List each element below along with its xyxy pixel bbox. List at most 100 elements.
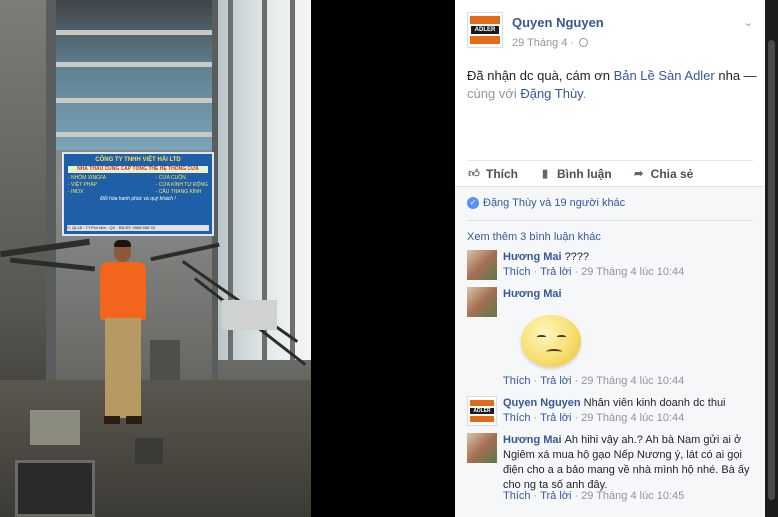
sticker-mouth	[546, 349, 562, 355]
comment-like-link[interactable]: Thích	[503, 375, 531, 387]
comment-like-link[interactable]: Thích	[503, 266, 531, 278]
comment-item: ADLER Quyen Nguyen Nhân viên kinh doanh d…	[467, 396, 753, 432]
like-label: Thích	[486, 166, 518, 181]
commenter-name[interactable]: Hương Mai	[503, 251, 562, 263]
sign-columns: - NHÔM XINGFA - VIỆT PHÁP - INOX - CỬA C…	[68, 175, 208, 196]
comment-text: ????	[564, 251, 590, 263]
tagged-page-link[interactable]: Bản Lề Sàn Adler	[614, 68, 715, 83]
shop-sign: CÔNG TY TNHH VIỆT HẢI LTD NHÀ THẦU CUNG …	[62, 152, 214, 236]
comment-actions: Thích · Trả lời · 29 Tháng 4 lúc 10:45	[503, 490, 684, 502]
comment-time[interactable]: 29 Tháng 4 lúc 10:44	[581, 266, 684, 278]
metal-frame	[15, 460, 95, 517]
post-text-part: Đã nhận dc quà, cám ơn	[467, 68, 614, 83]
post-actions: 👍︎ Thích ▮ Bình luận ➦ Chia sẻ	[467, 160, 753, 186]
logo-stripe	[470, 16, 500, 24]
author-avatar[interactable]: ADLER	[467, 12, 503, 48]
view-more-comments[interactable]: Xem thêm 3 bình luận khác	[467, 231, 601, 243]
like-button[interactable]: 👍︎ Thích	[467, 167, 518, 181]
comment-body: Hương Mai Ah hihi vậy ah.? Ah bà Nam gửi …	[503, 433, 753, 493]
sign-item: - VIỆT PHÁP	[68, 182, 98, 188]
reactions-summary[interactable]: ✓ Đặng Thùy và 19 người khác	[467, 197, 625, 209]
comment-item: Hương Mai???? Thích · Trả lời · 29 Tháng 4 l…	[467, 250, 753, 286]
comment-actions: Thích · Trả lời · 29 Tháng 4 lúc 10:44	[503, 375, 684, 387]
with-suffix: .	[582, 86, 587, 101]
comments-section: ✓ Đặng Thùy và 19 người khác Xem thêm 3 …	[455, 186, 765, 517]
comment-like-link[interactable]: Thích	[503, 490, 531, 502]
separator-dot: ·	[533, 490, 538, 502]
comment-reply-link[interactable]: Trả lời	[540, 412, 571, 424]
sticker-face	[521, 315, 581, 367]
machine	[150, 340, 180, 380]
scrollbar-thumb[interactable]	[768, 40, 775, 500]
commenter-avatar[interactable]	[467, 433, 497, 463]
share-button[interactable]: ➦ Chia sẻ	[632, 167, 693, 181]
sign-col-2: - CỬA CUỐN - CỬA KÍNH TỰ ĐỘNG - CẦU THAN…	[156, 175, 208, 196]
commenter-avatar[interactable]: ADLER	[467, 396, 497, 426]
commenter-name[interactable]: Quyen Nguyen	[503, 397, 581, 409]
comment-like-link[interactable]: Thích	[503, 412, 531, 424]
separator-dot: ·	[533, 375, 538, 387]
post-photo[interactable]: CÔNG TY TNHH VIỆT HẢI LTD NHÀ THẦU CUNG …	[0, 0, 311, 517]
comment-actions: Thích · Trả lời · 29 Tháng 4 lúc 10:44	[503, 412, 684, 424]
comment-item: Hương Mai Ah hihi vậy ah.? Ah bà Nam gửi …	[467, 433, 753, 513]
sign-col-1: - NHÔM XINGFA - VIỆT PHÁP - INOX	[68, 175, 106, 196]
separator-dot: ·	[574, 490, 579, 502]
metal-rack	[150, 242, 220, 262]
logo-text: ADLER	[471, 26, 499, 34]
commenter-avatar[interactable]	[467, 287, 497, 317]
post-text: Đã nhận dc quà, cám ơn Bản Lề Sàn Adler …	[467, 67, 759, 103]
comment-actions: Thích · Trả lời · 29 Tháng 4 lúc 10:44	[503, 266, 684, 278]
logo-stripe	[470, 36, 500, 44]
separator-dot: ·	[533, 412, 538, 424]
comment-label: Bình luận	[557, 166, 612, 181]
window-frame	[290, 0, 295, 360]
reactions-text: Đặng Thùy và 19 người khác	[483, 197, 626, 209]
scrollbar[interactable]	[765, 0, 778, 517]
commenter-avatar[interactable]	[467, 250, 497, 280]
post-panel: ADLER Quyen Nguyen 29 Tháng 4 · ⌄ Đã nhậ…	[455, 0, 765, 517]
post-meta: 29 Tháng 4 ·	[512, 37, 589, 49]
sad-face-sticker[interactable]	[517, 313, 583, 371]
person-shoe	[126, 416, 142, 424]
comment-body: Hương Mai	[503, 287, 753, 302]
comment-reply-link[interactable]: Trả lời	[540, 266, 571, 278]
floor-box	[135, 438, 163, 464]
author-name[interactable]: Quyen Nguyen	[512, 15, 604, 30]
comment-reply-link[interactable]: Trả lời	[540, 490, 571, 502]
sign-item: - NHÔM XINGFA	[68, 175, 107, 181]
comment-button[interactable]: ▮ Bình luận	[538, 167, 612, 181]
sign-company: CÔNG TY TNHH VIỆT HẢI LTD	[95, 157, 181, 163]
photo-viewer: CÔNG TY TNHH VIỆT HẢI LTD NHÀ THẦU CUNG …	[0, 0, 778, 517]
post-header: ADLER Quyen Nguyen 29 Tháng 4 · ⌄	[467, 12, 757, 52]
comment-reply-link[interactable]: Trả lời	[540, 375, 571, 387]
sign-item: - CỬA KÍNH TỰ ĐỘNG	[155, 182, 208, 188]
post-date[interactable]: 29 Tháng 4 ·	[512, 37, 574, 49]
separator-dot: ·	[574, 266, 579, 278]
comment-time[interactable]: 29 Tháng 4 lúc 10:44	[581, 412, 684, 424]
logo-stripe	[470, 400, 494, 406]
globe-icon	[579, 38, 589, 47]
sign-footer: C: QL18 - TT.Phố Mới - QV - BN ĐT: 0966 …	[67, 225, 209, 231]
tagged-friend-link[interactable]: Đặng Thùy	[520, 86, 582, 101]
sticker-eye	[557, 335, 566, 338]
like-badge-icon: ✓	[467, 197, 479, 209]
person-standing	[96, 240, 150, 432]
logo-stripe	[470, 416, 494, 422]
machine	[222, 300, 277, 330]
person-pants	[105, 318, 141, 418]
person-shirt	[100, 262, 146, 320]
divider	[467, 220, 753, 221]
separator-dot: ·	[574, 412, 579, 424]
logo-text: ADLER	[470, 408, 494, 414]
sign-strip: NHÀ THẦU CUNG CẤP TỔNG THỂ HỆ THỐNG CỬA	[68, 166, 208, 173]
commenter-name[interactable]: Hương Mai	[503, 434, 562, 446]
commenter-name[interactable]: Hương Mai	[503, 288, 562, 300]
comment-icon: ▮	[541, 167, 549, 180]
person-hair	[114, 240, 131, 247]
chevron-down-icon[interactable]: ⌄	[744, 16, 753, 29]
comment-time[interactable]: 29 Tháng 4 lúc 10:44	[581, 375, 684, 387]
saw-machine	[30, 410, 80, 445]
sign-item: - CẦU THANG KÍNH	[155, 189, 202, 195]
comment-item: Hương Mai Thích · Trả lời · 29 Tháng 4 lúc 1…	[467, 287, 753, 397]
comment-time[interactable]: 29 Tháng 4 lúc 10:45	[581, 490, 684, 502]
